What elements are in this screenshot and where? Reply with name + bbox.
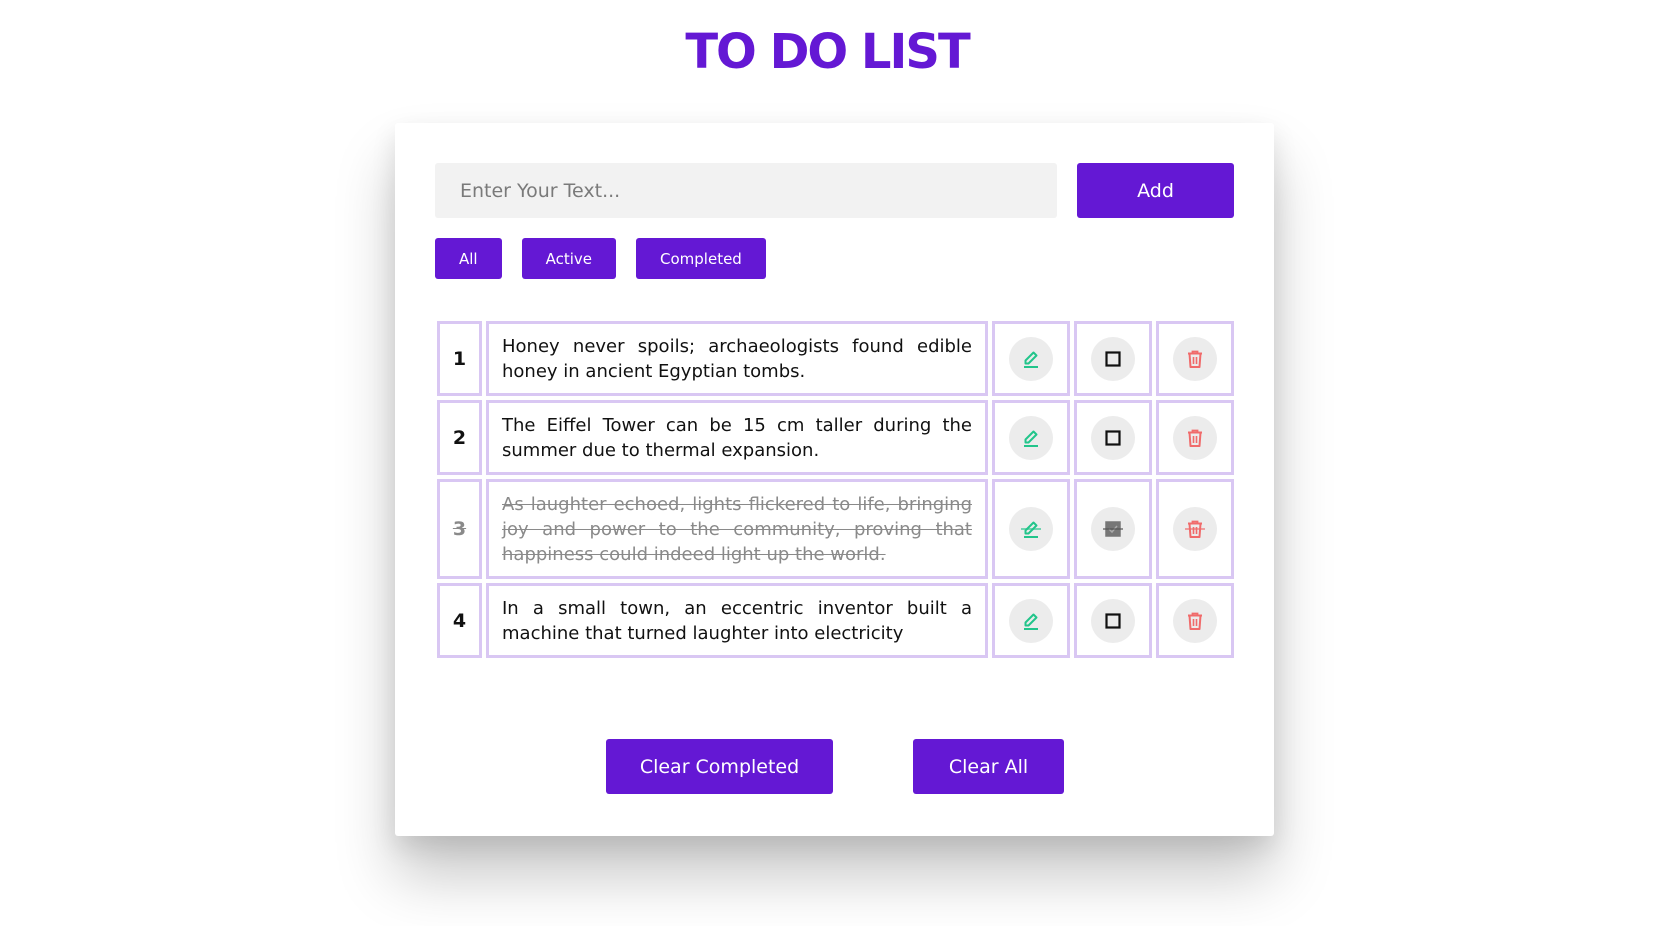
toggle-cell <box>1074 479 1152 579</box>
todo-text: The Eiffel Tower can be 15 cm taller dur… <box>486 400 988 475</box>
clear-all-button[interactable]: Clear All <box>913 739 1064 794</box>
filter-all-button[interactable]: All <box>435 238 502 279</box>
delete-cell <box>1156 583 1234 658</box>
edit-cell <box>992 583 1070 658</box>
checkbox-icon <box>1104 612 1122 630</box>
todo-row: 1 Honey never spoils; archaeologists fou… <box>437 321 1234 396</box>
todo-row: 4 In a small town, an eccentric inventor… <box>437 583 1234 658</box>
edit-button[interactable] <box>1009 507 1053 551</box>
todo-number: 3 <box>437 479 482 579</box>
edit-cell <box>992 321 1070 396</box>
pencil-icon <box>1021 349 1041 369</box>
edit-button[interactable] <box>1009 336 1053 381</box>
delete-cell <box>1156 400 1234 475</box>
trash-icon <box>1186 349 1204 369</box>
filter-bar: All Active Completed <box>435 238 766 279</box>
delete-button[interactable] <box>1173 507 1217 551</box>
checkbox-icon <box>1104 429 1122 447</box>
todo-text: In a small town, an eccentric inventor b… <box>486 583 988 658</box>
checked-checkbox-icon <box>1104 520 1122 538</box>
edit-button[interactable] <box>1009 415 1053 460</box>
todo-text: Honey never spoils; archaeologists found… <box>486 321 988 396</box>
filter-completed-button[interactable]: Completed <box>636 238 766 279</box>
todo-text: As laughter echoed, lights flickered to … <box>486 479 988 579</box>
page-title: TO DO LIST <box>685 24 970 80</box>
edit-cell <box>992 479 1070 579</box>
toggle-complete-button[interactable] <box>1091 507 1135 551</box>
checkbox-icon <box>1104 350 1122 368</box>
add-button[interactable]: Add <box>1077 163 1234 218</box>
toggle-cell <box>1074 583 1152 658</box>
delete-button[interactable] <box>1173 598 1217 643</box>
todo-row: 2 The Eiffel Tower can be 15 cm taller d… <box>437 400 1234 475</box>
pencil-icon <box>1021 519 1041 539</box>
task-input[interactable] <box>435 163 1057 218</box>
todo-card: Add All Active Completed 1 Honey never s… <box>395 123 1274 836</box>
filter-active-button[interactable]: Active <box>521 238 617 279</box>
toggle-complete-button[interactable] <box>1091 336 1135 381</box>
delete-cell <box>1156 321 1234 396</box>
trash-icon <box>1186 611 1204 631</box>
edit-cell <box>992 400 1070 475</box>
todo-number: 2 <box>437 400 482 475</box>
toggle-complete-button[interactable] <box>1091 415 1135 460</box>
delete-cell <box>1156 479 1234 579</box>
todo-table: 1 Honey never spoils; archaeologists fou… <box>433 317 1238 662</box>
clear-completed-button[interactable]: Clear Completed <box>606 739 833 794</box>
toggle-cell <box>1074 400 1152 475</box>
todo-number: 1 <box>437 321 482 396</box>
edit-button[interactable] <box>1009 598 1053 643</box>
todo-number: 4 <box>437 583 482 658</box>
delete-button[interactable] <box>1173 415 1217 460</box>
todo-row: 3 As laughter echoed, lights flickered t… <box>437 479 1234 579</box>
toggle-cell <box>1074 321 1152 396</box>
delete-button[interactable] <box>1173 336 1217 381</box>
toggle-complete-button[interactable] <box>1091 598 1135 643</box>
trash-icon <box>1186 428 1204 448</box>
pencil-icon <box>1021 611 1041 631</box>
pencil-icon <box>1021 428 1041 448</box>
trash-icon <box>1186 519 1204 539</box>
